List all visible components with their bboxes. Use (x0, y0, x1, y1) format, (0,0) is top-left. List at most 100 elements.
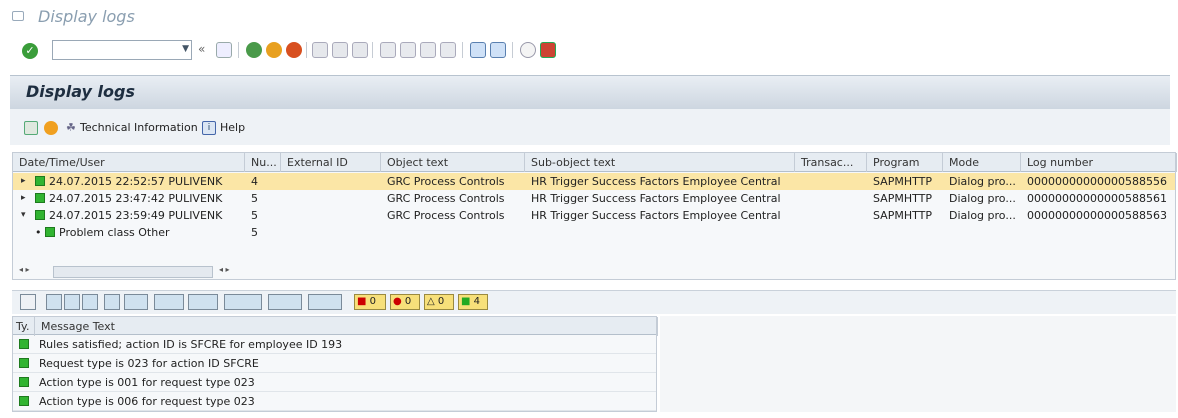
find-icon[interactable] (82, 294, 98, 310)
log-table-header: Date/Time/User Nu... External ID Object … (13, 153, 1177, 172)
refresh-icon[interactable] (44, 121, 58, 135)
success-icon (19, 355, 35, 372)
col-program[interactable]: Program (867, 153, 943, 172)
message-row[interactable]: Request type is 023 for action ID SFCRE (13, 355, 656, 373)
error-count-badge[interactable]: ● 0 (390, 294, 420, 310)
col-message-text[interactable]: Message Text (35, 317, 658, 336)
command-field[interactable]: ▼ (52, 40, 192, 60)
last-page-icon[interactable] (440, 42, 456, 58)
shortcut-icon[interactable] (490, 42, 506, 58)
application-toolbar: ☘ Technical Information i Help (10, 109, 1170, 145)
col-object-text[interactable]: Object text (381, 153, 525, 172)
next-page-icon[interactable] (420, 42, 436, 58)
status-green-icon (45, 227, 55, 237)
program-cell: SAPMHTTP (873, 209, 932, 222)
message-text: Action type is 001 for request type 023 (39, 376, 255, 389)
scroll-right-icon[interactable]: ◂ ▸ (219, 265, 230, 274)
col-num[interactable]: Nu... (245, 153, 281, 172)
first-page-icon[interactable] (380, 42, 396, 58)
export-icon[interactable] (268, 294, 302, 310)
back-nav-icon[interactable] (246, 42, 262, 58)
col-type[interactable]: Ty. (13, 317, 35, 336)
stop-count-badge[interactable]: ■ 0 (354, 294, 386, 310)
check-icon[interactable]: ✓ (22, 43, 38, 59)
back-icon[interactable]: « (198, 42, 214, 58)
detail-icon[interactable] (24, 121, 38, 135)
help-book-icon[interactable]: i (202, 121, 216, 135)
collapse-icon[interactable]: ▾ (21, 207, 26, 224)
message-row[interactable]: Action type is 001 for request type 023 (13, 374, 656, 392)
mode-cell: Dialog pro... (949, 175, 1016, 188)
datetime-cell: 24.07.2015 23:47:42 PULIVENK (35, 190, 245, 207)
message-row[interactable]: Rules satisfied; action ID is SFCRE for … (13, 336, 656, 354)
problem-class-text: Problem class Other (59, 226, 170, 239)
scroll-thumb[interactable] (53, 266, 213, 278)
tech-info-icon[interactable]: ☘ (66, 121, 76, 134)
print-icon[interactable] (312, 42, 328, 58)
layout-icon[interactable] (308, 294, 342, 310)
help-button[interactable]: Help (220, 121, 245, 134)
cancel-icon[interactable] (286, 42, 302, 58)
table-row[interactable]: ▸ 24.07.2015 22:52:57 PULIVENK 4 GRC Pro… (13, 173, 1175, 190)
external-cell (287, 173, 381, 190)
col-transaction[interactable]: Transac... (795, 153, 867, 172)
table-row[interactable]: ▾ 24.07.2015 23:59:49 PULIVENK 5 GRC Pro… (13, 207, 1175, 224)
object-cell: GRC Process Controls (387, 192, 505, 205)
exit-icon[interactable] (266, 42, 282, 58)
chevron-down-icon[interactable]: ▼ (182, 44, 189, 54)
success-icon (19, 374, 35, 391)
horizontal-scrollbar[interactable]: ◂ ▸ ◂ ▸ (13, 265, 253, 279)
standard-toolbar: ✓ ▼ « (0, 36, 1178, 66)
sum-icon[interactable] (154, 294, 184, 310)
warning-count: 0 (437, 296, 445, 307)
col-mode[interactable]: Mode (943, 153, 1021, 172)
detail-icon[interactable] (20, 294, 36, 310)
message-table-header: Ty. Message Text (13, 317, 658, 336)
page-title: Display logs (26, 82, 135, 101)
log-number-cell: 00000000000000588556 (1027, 175, 1167, 188)
col-external-id[interactable]: External ID (281, 153, 381, 172)
table-row[interactable]: ▸ 24.07.2015 23:47:42 PULIVENK 5 GRC Pro… (13, 190, 1175, 207)
tech-info-button[interactable]: Technical Information (80, 121, 198, 134)
success-icon (19, 393, 35, 410)
sort-ascending-icon[interactable] (46, 294, 62, 310)
previous-page-icon[interactable] (400, 42, 416, 58)
scroll-left-icon[interactable]: ◂ ▸ (19, 265, 30, 274)
datetime-cell: 24.07.2015 23:59:49 PULIVENK (35, 207, 245, 224)
separator (306, 42, 307, 58)
external-cell (287, 207, 381, 224)
expand-icon[interactable]: ▸ (21, 190, 26, 207)
col-datetime[interactable]: Date/Time/User (13, 153, 245, 172)
filter-icon[interactable] (124, 294, 148, 310)
message-text: Request type is 023 for action ID SFCRE (39, 357, 259, 370)
sort-descending-icon[interactable] (64, 294, 80, 310)
warning-count-badge[interactable]: △ 0 (424, 294, 454, 310)
separator (372, 42, 373, 58)
save-icon[interactable] (216, 42, 232, 58)
status-green-icon (35, 193, 45, 203)
transac-cell (801, 190, 867, 207)
help-icon[interactable] (520, 42, 536, 58)
external-cell (287, 190, 381, 207)
layout-icon[interactable] (470, 42, 486, 58)
print-icon[interactable] (224, 294, 262, 310)
window-icon (12, 11, 24, 21)
num-cell: 5 (251, 192, 258, 205)
success-count-badge[interactable]: ■ 4 (458, 294, 488, 310)
find-next-icon[interactable] (352, 42, 368, 58)
table-subrow[interactable]: • Problem class Other 5 (13, 224, 1175, 241)
settings-icon[interactable] (540, 42, 556, 58)
status-green-icon (35, 210, 45, 220)
object-cell: GRC Process Controls (387, 175, 505, 188)
subobject-cell: HR Trigger Success Factors Employee Cent… (531, 209, 781, 222)
num-cell: 5 (251, 226, 258, 239)
find-next-icon[interactable] (104, 294, 120, 310)
find-icon[interactable] (332, 42, 348, 58)
subtotal-icon[interactable] (188, 294, 218, 310)
subobject-cell: HR Trigger Success Factors Employee Cent… (531, 175, 781, 188)
num-cell: 5 (251, 209, 258, 222)
expand-icon[interactable]: ▸ (21, 173, 26, 190)
col-log-number[interactable]: Log number (1021, 153, 1177, 172)
col-subobject-text[interactable]: Sub-object text (525, 153, 795, 172)
message-row[interactable]: Action type is 006 for request type 023 (13, 393, 656, 411)
